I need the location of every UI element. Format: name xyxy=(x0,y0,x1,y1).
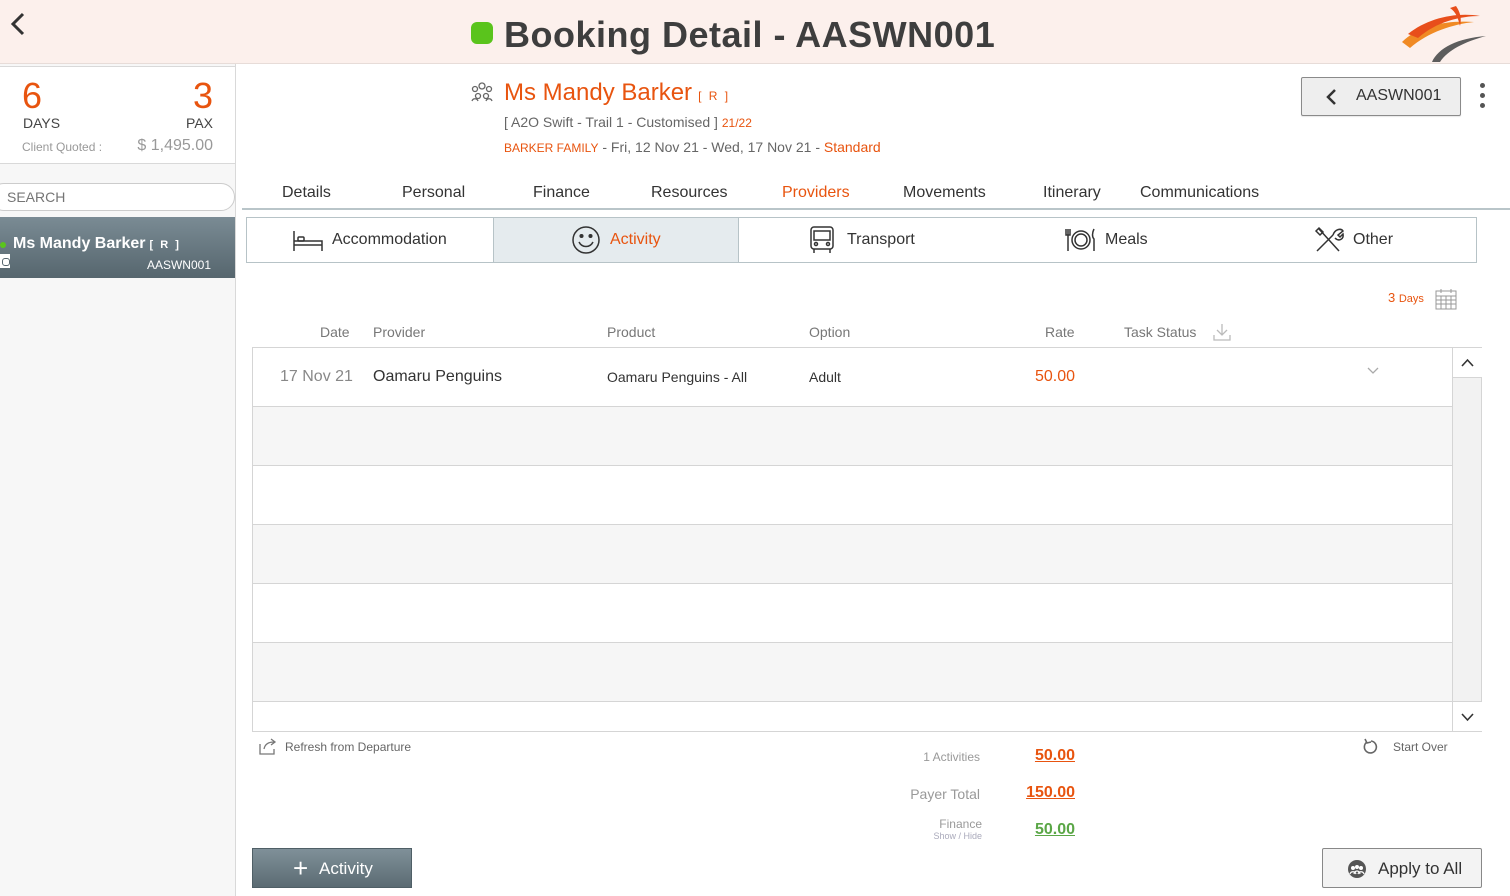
finance-label: Finance xyxy=(939,817,982,831)
bus-icon xyxy=(810,226,834,253)
finance-value[interactable]: 50.00 xyxy=(975,821,1075,839)
row-provider: Oamaru Penguins xyxy=(373,368,502,385)
passenger-document-icon xyxy=(0,254,10,268)
customer-name: Ms Mandy Barker[ R ] xyxy=(504,79,731,106)
start-over-link[interactable]: Start Over xyxy=(1362,738,1462,758)
trip-info: [ A2O Swift - Trail 1 - Customised ] 21/… xyxy=(504,114,752,130)
table-row-empty xyxy=(253,407,1452,466)
bed-icon xyxy=(293,231,323,251)
tab-details[interactable]: Details xyxy=(282,184,331,202)
tab-movements[interactable]: Movements xyxy=(903,184,986,202)
table-scrollbar[interactable] xyxy=(1452,348,1482,731)
family-name: BARKER FAMILY xyxy=(504,141,599,155)
passenger-name: Ms Mandy Barker[ R ] xyxy=(13,235,181,252)
refresh-from-departure-link[interactable]: Refresh from Departure xyxy=(258,738,411,758)
more-options-icon[interactable] xyxy=(1474,80,1490,110)
chevron-left-icon xyxy=(1326,89,1336,105)
passenger-booking-code: AASWN001 xyxy=(146,258,211,272)
download-icon[interactable] xyxy=(1212,322,1232,342)
smiley-icon xyxy=(572,226,600,254)
client-quoted-label: Client Quoted : xyxy=(22,140,103,154)
service-level: Standard xyxy=(823,139,881,155)
app-header: Booking Detail - AASWN001 xyxy=(0,0,1510,64)
tab-itinerary[interactable]: Itinerary xyxy=(1043,184,1101,202)
page-title: Booking Detail - AASWN001 xyxy=(504,14,996,55)
plus-icon: + xyxy=(293,853,309,883)
back-arrow-icon[interactable] xyxy=(6,10,30,40)
tools-icon xyxy=(1314,226,1345,252)
subtab-meals[interactable]: Meals xyxy=(985,218,1231,262)
trip-dates: BARKER FAMILY - Fri, 12 Nov 21 - Wed, 17… xyxy=(504,139,881,155)
pax-label: PAX xyxy=(186,115,213,131)
add-activity-button[interactable]: + Activity xyxy=(252,848,412,888)
days-count: 6 xyxy=(22,75,43,116)
left-panel: 6 DAYS 3 PAX Client Quoted : $ 1,495.00 … xyxy=(0,64,236,896)
activities-count-label: 1 Activities xyxy=(923,750,980,764)
plate-cutlery-icon xyxy=(1065,228,1095,251)
column-header-rate[interactable]: Rate xyxy=(1045,324,1075,340)
column-header-date[interactable]: Date xyxy=(320,324,350,340)
tab-providers[interactable]: Providers xyxy=(782,184,850,202)
undo-icon xyxy=(1363,738,1378,754)
column-header-provider[interactable]: Provider xyxy=(373,324,425,340)
season-label: 21/22 xyxy=(721,116,752,130)
brand-logo-icon xyxy=(1398,4,1490,64)
payer-total-value[interactable]: 150.00 xyxy=(975,784,1075,802)
group-icon xyxy=(470,81,494,103)
booking-nav-button[interactable]: AASWN001 xyxy=(1301,77,1461,116)
column-header-product[interactable]: Product xyxy=(607,324,655,340)
table-row-empty xyxy=(253,525,1452,584)
tab-finance[interactable]: Finance xyxy=(533,184,590,202)
main-tabs: Details Personal Finance Resources Provi… xyxy=(242,180,1510,210)
calendar-icon[interactable] xyxy=(1435,288,1457,310)
passenger-list-item[interactable]: Ms Mandy Barker[ R ] AASWN001 xyxy=(0,217,235,278)
scroll-up-button[interactable] xyxy=(1453,348,1482,378)
pax-count: 3 xyxy=(192,75,213,116)
subtab-activity[interactable]: Activity xyxy=(493,218,739,262)
payer-total-label: Payer Total xyxy=(910,786,980,802)
row-product: Oamaru Penguins - All xyxy=(607,369,748,385)
passenger-status-dot xyxy=(0,242,6,248)
days-indicator: 3 Days xyxy=(1388,290,1424,305)
tab-personal[interactable]: Personal xyxy=(402,184,465,202)
table-row-empty xyxy=(253,643,1452,702)
tab-resources[interactable]: Resources xyxy=(651,184,727,202)
chevron-up-icon xyxy=(1461,358,1474,367)
activities-total-value[interactable]: 50.00 xyxy=(975,747,1075,765)
passenger-ref: [ R ] xyxy=(149,239,181,251)
finance-show-hide-toggle[interactable]: Show / Hide xyxy=(880,831,982,841)
column-header-option[interactable]: Option xyxy=(809,324,850,340)
tab-communications[interactable]: Communications xyxy=(1140,184,1259,202)
customer-ref: [ R ] xyxy=(698,89,731,103)
share-arrow-icon xyxy=(259,738,277,755)
row-expand-chevron-icon[interactable] xyxy=(1366,366,1380,376)
table-row-empty xyxy=(253,584,1452,643)
provider-subtabs: Accommodation Activity Transport Meals O… xyxy=(246,217,1477,263)
row-rate: 50.00 xyxy=(1035,368,1076,385)
column-header-task-status[interactable]: Task Status xyxy=(1124,324,1196,340)
days-label: DAYS xyxy=(23,115,61,131)
booking-summary-card: 6 DAYS 3 PAX Client Quoted : $ 1,495.00 xyxy=(0,66,236,164)
subtab-other[interactable]: Other xyxy=(1231,218,1477,262)
row-date: 17 Nov 21 xyxy=(280,368,353,385)
row-option: Adult xyxy=(809,369,841,385)
group-circle-icon xyxy=(1348,860,1366,878)
apply-to-all-button[interactable]: Apply to All xyxy=(1322,848,1482,888)
search-input[interactable] xyxy=(0,183,235,211)
subtab-accommodation[interactable]: Accommodation xyxy=(247,218,493,262)
subtab-transport[interactable]: Transport xyxy=(739,218,985,262)
booking-status-indicator xyxy=(471,22,493,44)
chevron-down-icon xyxy=(1461,713,1474,722)
scroll-down-button[interactable] xyxy=(1453,701,1482,731)
activities-table: 17 Nov 21 Oamaru Penguins Oamaru Penguin… xyxy=(252,347,1482,732)
table-row-empty xyxy=(253,466,1452,525)
client-quoted-value: $ 1,495.00 xyxy=(137,137,213,154)
table-row[interactable]: 17 Nov 21 Oamaru Penguins Oamaru Penguin… xyxy=(253,348,1452,407)
